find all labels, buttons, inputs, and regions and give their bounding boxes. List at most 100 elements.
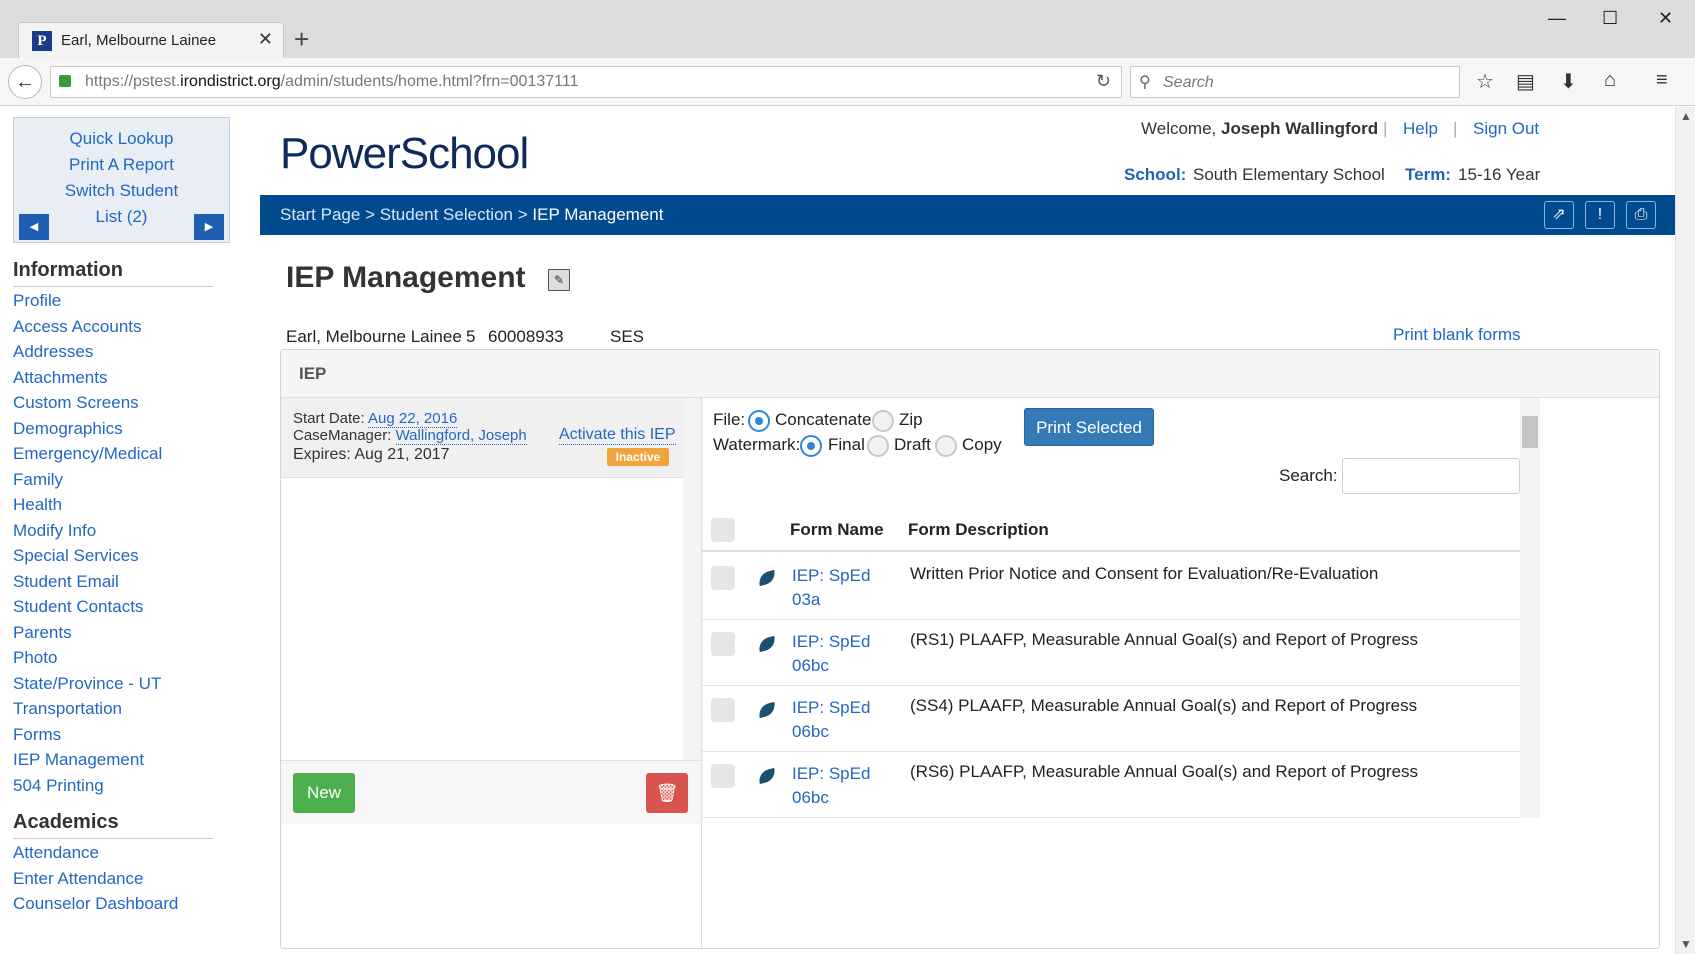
- sidebar-link[interactable]: Student Email: [13, 572, 119, 592]
- concatenate-radio[interactable]: [748, 410, 770, 432]
- concatenate-label[interactable]: Concatenate: [775, 410, 871, 430]
- home-icon[interactable]: ⌂: [1604, 69, 1616, 92]
- url-bar[interactable]: https://pstest.irondistrict.org/admin/st…: [50, 66, 1122, 98]
- forms-search-input[interactable]: [1342, 458, 1520, 494]
- copy-label[interactable]: Copy: [962, 435, 1002, 455]
- table-row[interactable]: IEP: SpEd 03a Written Prior Notice and Co…: [702, 554, 1520, 620]
- form-name-link[interactable]: IEP: SpEd 06bc: [792, 630, 892, 678]
- start-date-value[interactable]: Aug 22, 2016: [368, 410, 458, 428]
- printer-icon[interactable]: ⎙: [1626, 201, 1656, 229]
- new-tab-icon[interactable]: +: [294, 24, 309, 55]
- download-icon[interactable]: ⬇: [1560, 69, 1577, 94]
- sidebar-link[interactable]: Profile: [13, 291, 61, 311]
- form-name-link[interactable]: IEP: SpEd 06bc: [792, 762, 892, 810]
- sidebar-link[interactable]: Transportation: [13, 699, 122, 719]
- delete-iep-button[interactable]: 🗑: [646, 773, 688, 813]
- zip-radio[interactable]: [872, 410, 894, 432]
- table-row[interactable]: IEP: SpEd 06bc (RS1) PLAAFP, Measurable A…: [702, 620, 1520, 686]
- form-description-header[interactable]: Form Description: [908, 520, 1049, 540]
- final-radio[interactable]: [800, 435, 822, 457]
- select-all-checkbox[interactable]: [711, 518, 735, 542]
- external-link-icon[interactable]: ⇗: [1544, 201, 1574, 229]
- sidebar-link[interactable]: Student Contacts: [13, 597, 143, 617]
- row-checkbox[interactable]: [711, 566, 735, 590]
- activate-iep-link[interactable]: Activate this IEP: [559, 426, 676, 445]
- maximize-icon[interactable]: ☐: [1602, 8, 1618, 29]
- sidebar-link[interactable]: 504 Printing: [13, 776, 104, 796]
- final-label[interactable]: Final: [828, 435, 865, 455]
- minimize-icon[interactable]: —: [1548, 8, 1566, 29]
- back-arrow-icon[interactable]: ←: [8, 65, 42, 99]
- sidebar-link[interactable]: Attendance: [13, 843, 99, 863]
- row-checkbox[interactable]: [711, 764, 735, 788]
- sidebar-link[interactable]: Addresses: [13, 342, 93, 362]
- library-icon[interactable]: ▤: [1516, 69, 1535, 94]
- switch-student-link[interactable]: Switch Student: [14, 178, 229, 204]
- scroll-up-icon[interactable]: ▲: [1680, 109, 1692, 123]
- quick-lookup-link[interactable]: Quick Lookup: [14, 126, 229, 152]
- table-row[interactable]: IEP: SpEd 06bc (SS4) PLAAFP, Measurable A…: [702, 686, 1520, 752]
- print-report-link[interactable]: Print A Report: [14, 152, 229, 178]
- page-scrollbar[interactable]: ▲ ▼: [1675, 107, 1695, 954]
- sidebar-link[interactable]: Emergency/Medical: [13, 444, 162, 464]
- row-checkbox[interactable]: [711, 632, 735, 656]
- form-name-header[interactable]: Form Name: [790, 520, 884, 540]
- search-icon: ⚲: [1139, 74, 1151, 91]
- browser-tab[interactable]: P Earl, Melbourne Lainee ✕: [18, 22, 284, 58]
- term-value[interactable]: 15-16 Year: [1458, 165, 1540, 185]
- sidebar-link[interactable]: Modify Info: [13, 521, 96, 541]
- print-selected-button[interactable]: Print Selected: [1024, 408, 1154, 446]
- iep-list-item[interactable]: Start Date: Aug 22, 2016 CaseManager: Wa…: [281, 398, 683, 478]
- scroll-down-icon[interactable]: ▼: [1680, 937, 1692, 951]
- close-tab-icon[interactable]: ✕: [258, 29, 273, 50]
- status-badge: Inactive: [607, 448, 669, 466]
- sidebar-link[interactable]: Attachments: [13, 368, 108, 388]
- print-blank-forms-link[interactable]: Print blank forms: [1393, 325, 1521, 345]
- new-iep-button[interactable]: New: [293, 773, 355, 813]
- reload-icon[interactable]: ↻: [1096, 71, 1111, 92]
- sidebar-link[interactable]: Demographics: [13, 419, 123, 439]
- breadcrumb-student-selection[interactable]: Student Selection: [380, 205, 513, 224]
- sidebar-link[interactable]: Photo: [13, 648, 57, 668]
- sidebar-link[interactable]: Family: [13, 470, 63, 490]
- sidebar-link[interactable]: Counselor Dashboard: [13, 894, 178, 914]
- copy-radio[interactable]: [935, 435, 957, 457]
- zip-label[interactable]: Zip: [899, 410, 923, 430]
- draft-radio[interactable]: [867, 435, 889, 457]
- sidebar-link[interactable]: IEP Management: [13, 750, 144, 770]
- breadcrumb: Start Page > Student Selection > IEP Man…: [280, 205, 663, 225]
- sidebar-link[interactable]: Custom Screens: [13, 393, 139, 413]
- alert-icon[interactable]: !: [1585, 201, 1615, 229]
- sidebar-link[interactable]: Parents: [13, 623, 72, 643]
- school-value[interactable]: South Elementary School: [1193, 165, 1385, 185]
- page-help-icon[interactable]: ✎: [548, 269, 570, 291]
- term-label: Term:: [1405, 165, 1451, 184]
- menu-icon[interactable]: ≡: [1656, 69, 1668, 92]
- sidebar-link[interactable]: State/Province - UT: [13, 674, 161, 694]
- draft-label[interactable]: Draft: [894, 435, 931, 455]
- form-name-link[interactable]: IEP: SpEd 06bc: [792, 696, 892, 744]
- sidebar-link[interactable]: Forms: [13, 725, 61, 745]
- table-row[interactable]: IEP: SpEd 06bc (RS6) PLAAFP, Measurable A…: [702, 752, 1520, 818]
- sidebar-link[interactable]: Enter Attendance: [13, 869, 143, 889]
- next-student-button[interactable]: ▶: [194, 214, 224, 240]
- help-link[interactable]: Help: [1403, 119, 1438, 139]
- bookmark-star-icon[interactable]: ☆: [1476, 69, 1494, 94]
- case-manager: CaseManager: Wallingford, Joseph: [293, 427, 527, 445]
- case-manager-value[interactable]: Wallingford, Joseph: [395, 427, 527, 445]
- sidebar-link[interactable]: Access Accounts: [13, 317, 142, 337]
- forms-scrollbar[interactable]: [1520, 398, 1540, 818]
- sidebar-link[interactable]: Health: [13, 495, 62, 515]
- breadcrumb-start-page[interactable]: Start Page: [280, 205, 360, 224]
- row-checkbox[interactable]: [711, 698, 735, 722]
- iep-list-scrollbar[interactable]: [683, 398, 703, 760]
- lock-icon: [59, 75, 71, 87]
- form-name-link[interactable]: IEP: SpEd 03a: [792, 564, 892, 612]
- iep-panel-header: IEP: [281, 350, 1659, 398]
- forms-scroll-thumb[interactable]: [1522, 416, 1538, 448]
- close-window-icon[interactable]: ✕: [1658, 8, 1673, 29]
- browser-search-input[interactable]: ⚲ Search: [1130, 66, 1460, 98]
- sidebar-link[interactable]: Special Services: [13, 546, 139, 566]
- sign-out-link[interactable]: Sign Out: [1473, 119, 1539, 139]
- previous-student-button[interactable]: ◀: [19, 214, 49, 240]
